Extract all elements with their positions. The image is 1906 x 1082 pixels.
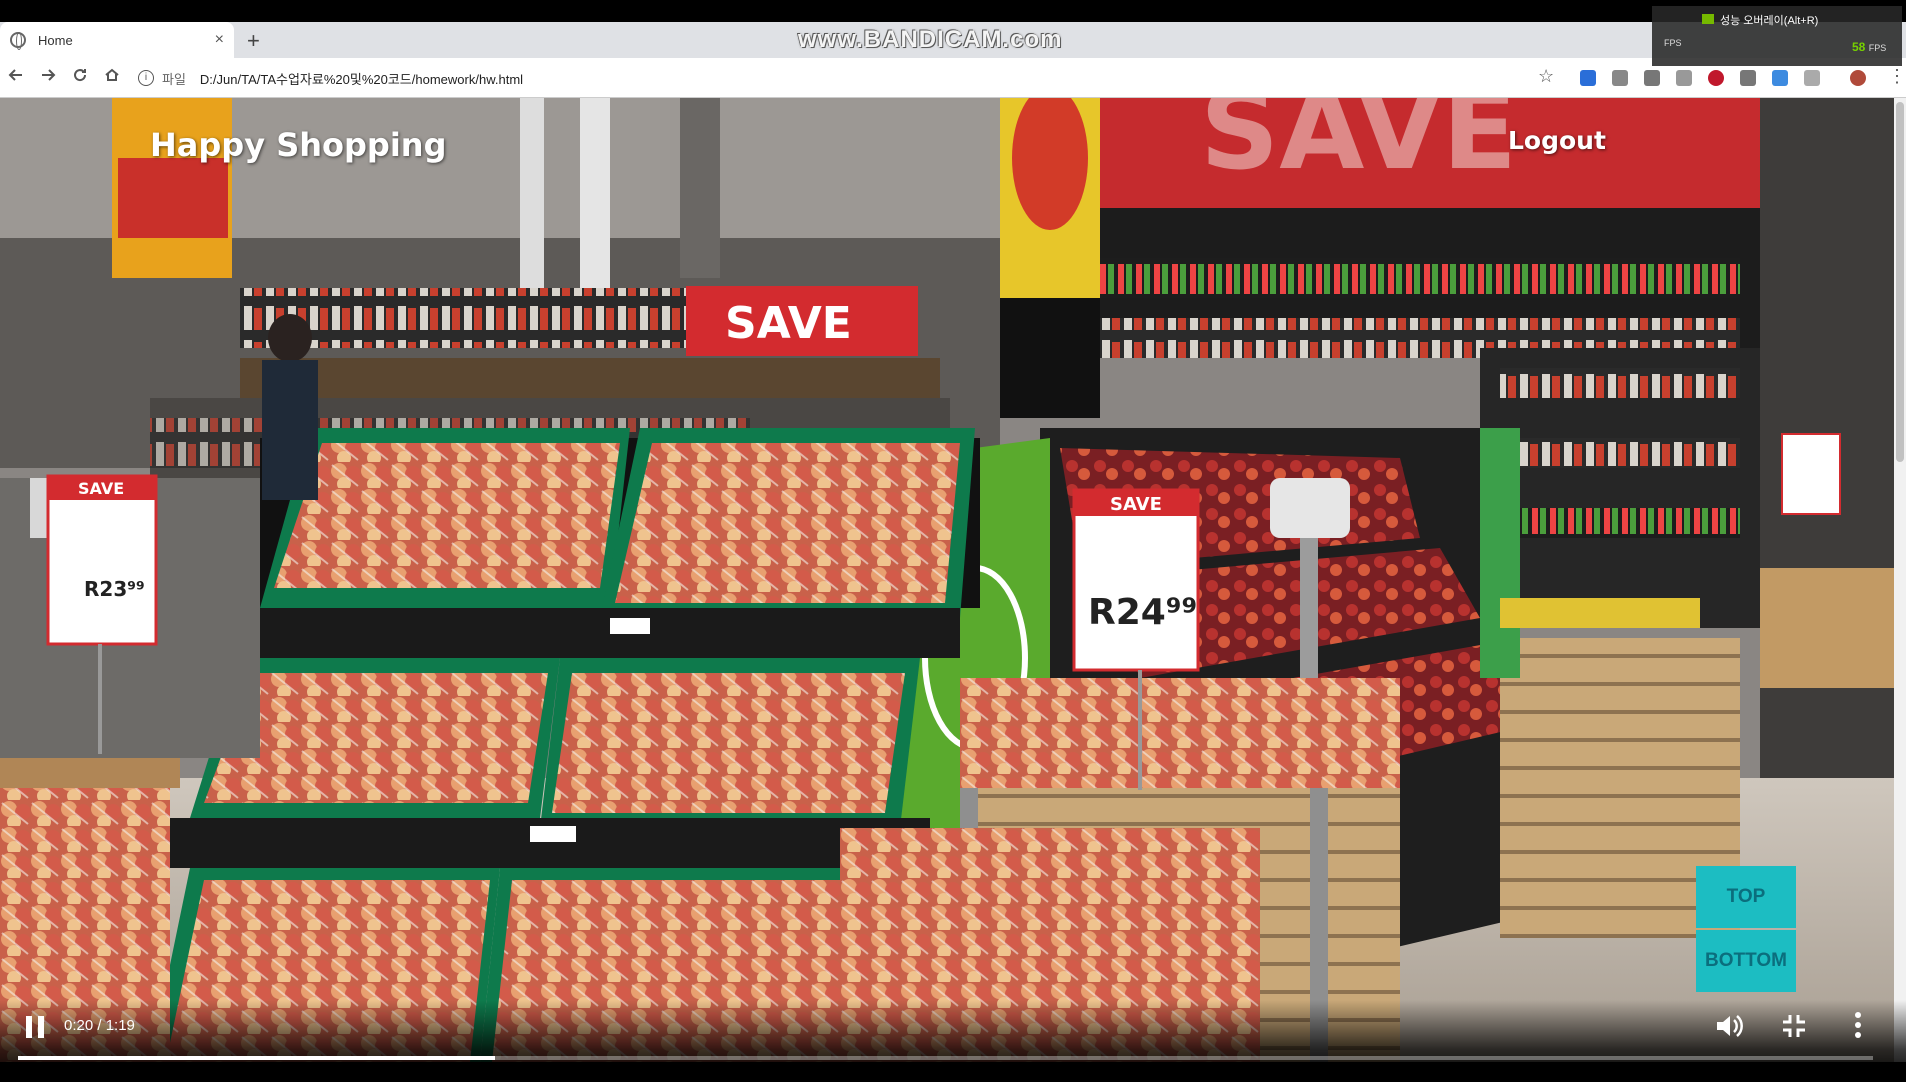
url-text[interactable]: D:/Jun/TA/TA수업자료%20및%20코드/homework/hw.ht…: [200, 69, 523, 88]
background-photo: SAVE SAVE SAVE R23⁹⁹ SAVE R24⁹⁹: [0, 98, 1906, 1062]
price-tag-left: R23⁹⁹: [84, 577, 145, 601]
globe-icon: [10, 32, 26, 50]
extension-icon[interactable]: [1580, 70, 1596, 86]
pause-icon[interactable]: [24, 1016, 46, 1038]
performance-overlay: 성능 오버레이(Alt+R) FPS 58 FPS: [1652, 6, 1902, 66]
video-progress-bar[interactable]: [18, 1056, 1873, 1060]
nvidia-icon: [1702, 14, 1714, 24]
bandicam-watermark: www.BANDICAM.com: [798, 26, 1063, 53]
reload-icon[interactable]: [64, 67, 96, 88]
close-tab-icon[interactable]: ×: [215, 31, 224, 49]
back-icon[interactable]: [0, 67, 32, 88]
logout-link[interactable]: Logout: [1508, 126, 1606, 155]
save-banner-mid: SAVE: [725, 298, 852, 349]
volume-icon[interactable]: [1714, 1012, 1744, 1040]
forward-icon[interactable]: [32, 67, 64, 88]
page-viewport: SAVE SAVE SAVE R23⁹⁹ SAVE R24⁹⁹ Happy Sh…: [0, 98, 1906, 1062]
address-bar[interactable]: i 파일 D:/Jun/TA/TA수업자료%20및%20코드/homework/…: [130, 62, 1560, 94]
info-icon[interactable]: i: [138, 70, 154, 86]
save-banner-big: SAVE: [1200, 98, 1517, 194]
video-letterbox-top: [0, 0, 1906, 22]
site-brand[interactable]: Happy Shopping: [150, 126, 446, 164]
tab-title: Home: [38, 32, 73, 48]
scroll-bottom-button[interactable]: BOTTOM: [1696, 930, 1796, 992]
new-tab-button[interactable]: +: [247, 28, 260, 54]
performance-overlay-label: 성능 오버레이(Alt+R): [1720, 15, 1819, 27]
scroll-top-button[interactable]: TOP: [1696, 866, 1796, 928]
extension-icon[interactable]: [1708, 70, 1724, 86]
extension-icon[interactable]: [1644, 70, 1660, 86]
extension-icon[interactable]: [1612, 70, 1628, 86]
fps-label: FPS: [1664, 38, 1682, 48]
scheme-label: 파일: [162, 71, 186, 87]
extension-icon[interactable]: [1804, 70, 1820, 86]
browser-tab-home[interactable]: Home ×: [0, 22, 234, 58]
fps-readout: 58 FPS: [1852, 40, 1886, 54]
save-tag-center: SAVE: [1110, 494, 1162, 515]
page-scrollbar[interactable]: [1894, 98, 1906, 1062]
more-options-icon[interactable]: [1852, 1010, 1864, 1040]
extension-icon[interactable]: [1772, 70, 1788, 86]
price-tag-center: R24⁹⁹: [1088, 592, 1197, 633]
fps-value: 58: [1852, 40, 1866, 54]
video-controls: 0:20 / 1:19: [0, 1000, 1906, 1082]
fps-unit: FPS: [1868, 43, 1887, 53]
extension-icon[interactable]: [1676, 70, 1692, 86]
browser-menu-icon[interactable]: ⋮: [1888, 66, 1906, 87]
browser-toolbar: i 파일 D:/Jun/TA/TA수업자료%20및%20코드/homework/…: [0, 58, 1906, 98]
avatar[interactable]: [1850, 70, 1866, 86]
bookmark-star-icon[interactable]: ☆: [1538, 66, 1554, 87]
exit-fullscreen-icon[interactable]: [1780, 1012, 1808, 1040]
camera-icon[interactable]: [1740, 70, 1756, 86]
home-icon[interactable]: [96, 67, 128, 88]
save-tag-left: SAVE: [78, 479, 124, 498]
video-time: 0:20 / 1:19: [64, 1017, 135, 1034]
scrollbar-thumb[interactable]: [1896, 102, 1904, 462]
video-progress-fill: [18, 1056, 495, 1060]
